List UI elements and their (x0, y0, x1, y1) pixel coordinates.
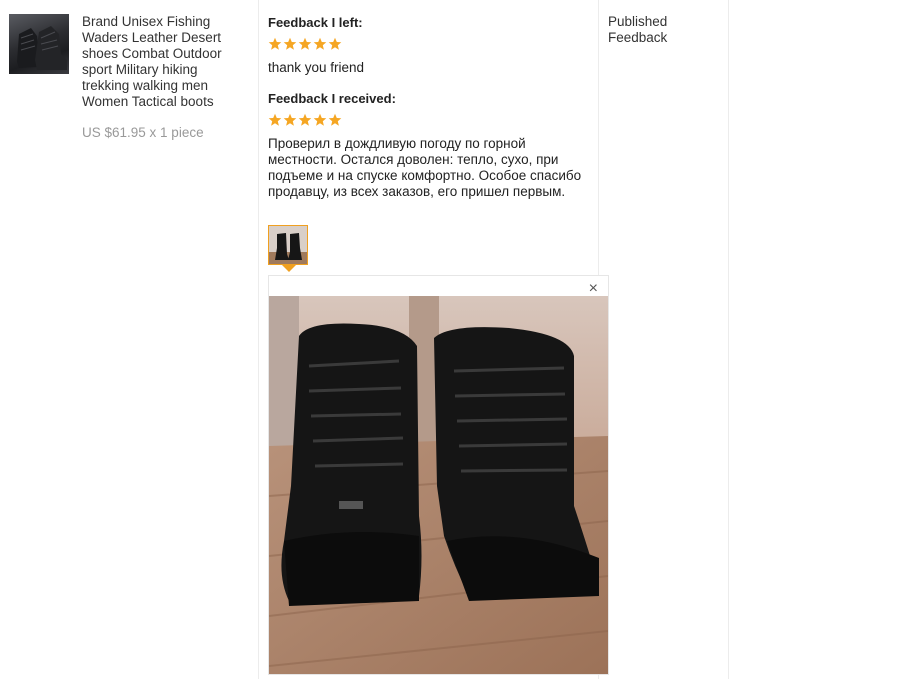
column-divider (258, 0, 259, 679)
star-icon (298, 37, 312, 52)
star-icon (283, 113, 297, 128)
feedback-received-rating (268, 113, 342, 128)
feedback-left-rating (268, 37, 342, 52)
feedback-left-text: thank you friend (268, 60, 365, 75)
product-thumbnail[interactable] (9, 14, 69, 74)
star-icon (268, 37, 282, 52)
star-icon (283, 37, 297, 52)
star-icon (313, 37, 327, 52)
feedback-left-heading: Feedback I left: (268, 15, 363, 30)
column-divider (728, 0, 729, 679)
feedback-received-text: Проверил в дождливую погоду по горной ме… (268, 136, 582, 199)
star-icon (328, 37, 342, 52)
photo-preview-panel: × (268, 275, 609, 675)
star-icon (268, 113, 282, 128)
feedback-photo-large (269, 296, 608, 674)
thumbnail-pointer (282, 265, 296, 272)
star-icon (298, 113, 312, 128)
product-title[interactable]: Brand Unisex Fishing Waders Leather Dese… (82, 14, 242, 110)
feedback-status: Published Feedback (608, 14, 668, 45)
star-icon (313, 113, 327, 128)
feedback-received-heading: Feedback I received: (268, 91, 396, 106)
star-icon (328, 113, 342, 128)
product-price: US $61.95 x 1 piece (82, 125, 204, 140)
feedback-photo-thumbnail[interactable] (268, 225, 308, 265)
